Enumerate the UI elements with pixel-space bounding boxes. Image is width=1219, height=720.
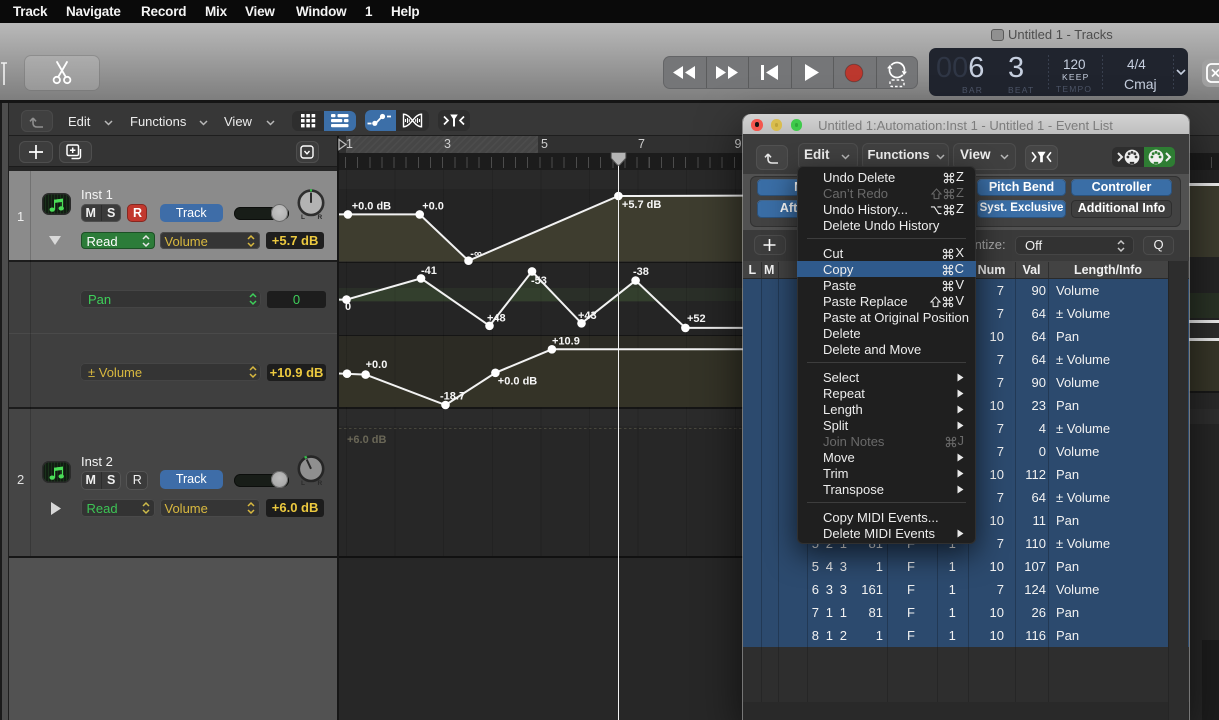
svg-text:+52: +52 [687, 313, 706, 325]
svg-text:-53: -53 [531, 275, 547, 287]
svg-text:-18.7: -18.7 [440, 391, 465, 403]
svg-text:+5.7 dB: +5.7 dB [622, 199, 661, 211]
svg-text:-∞: -∞ [470, 248, 482, 260]
svg-text:+0.0 dB: +0.0 dB [498, 376, 537, 388]
svg-text:+48: +48 [487, 313, 506, 325]
svg-text:+0.0 dB: +0.0 dB [352, 201, 391, 213]
svg-text:-41: -41 [421, 265, 437, 277]
svg-text:+0.0: +0.0 [422, 201, 444, 213]
svg-text:+0.0: +0.0 [366, 359, 388, 371]
svg-text:0: 0 [345, 301, 351, 313]
svg-text:+43: +43 [578, 310, 597, 322]
svg-text:+10.9: +10.9 [552, 336, 580, 348]
svg-text:-38: -38 [633, 266, 649, 278]
